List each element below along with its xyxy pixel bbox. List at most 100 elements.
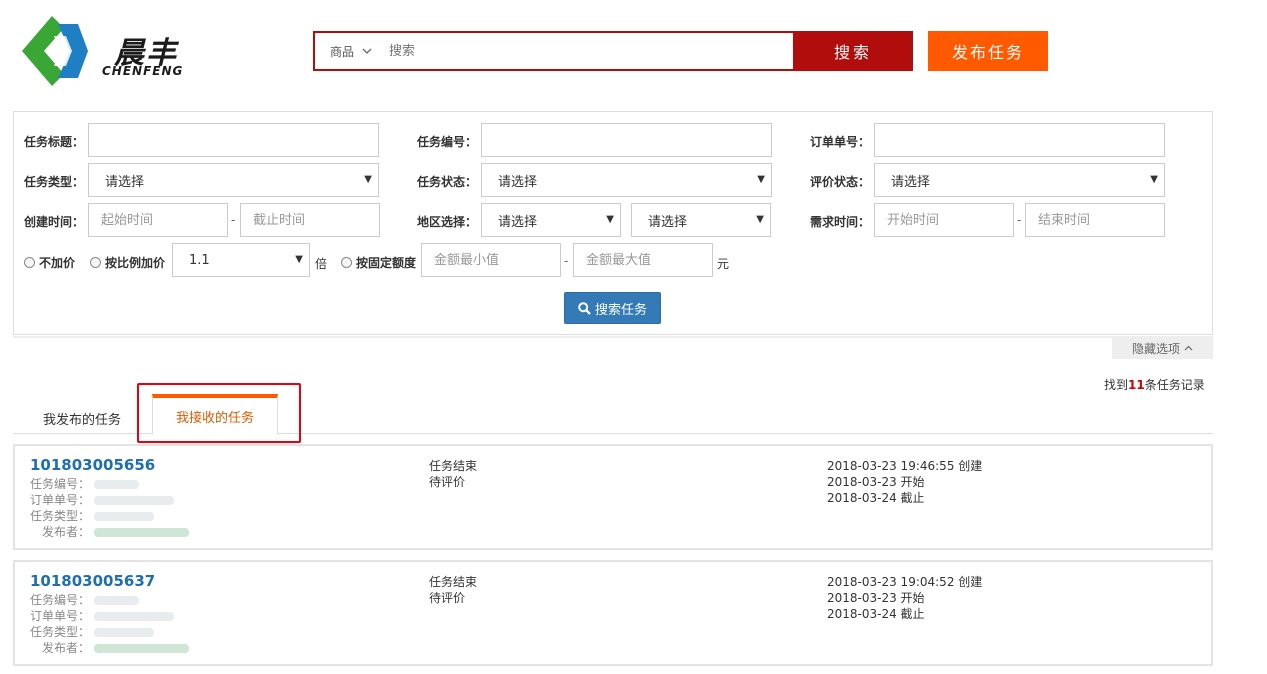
task-start: 2018-03-23 开始	[827, 591, 925, 605]
search-task-button[interactable]: 搜索任务	[564, 292, 661, 324]
hide-options-label: 隐藏选项	[1131, 341, 1180, 356]
ratio-value: 1.1	[189, 252, 210, 268]
amount-max-input[interactable]	[573, 243, 713, 277]
range-dash: -	[564, 254, 569, 268]
amount-min-input[interactable]	[421, 243, 561, 277]
review-status-label: 评价状态：	[810, 175, 871, 189]
found-count: 找到11条任务记录	[1104, 376, 1205, 393]
region-city-value: 请选择	[648, 214, 688, 230]
radio-ratio-markup-label: 按比例加价	[105, 256, 166, 270]
publish-task-button[interactable]: 发布任务	[928, 31, 1048, 71]
task-card[interactable]: 101803005656 任务编号： 订单单号： 任务类型： 发布者： 任务结束…	[13, 444, 1213, 550]
task-created: 2018-03-23 19:46:55 创建	[827, 459, 983, 473]
redacted-value	[94, 612, 175, 621]
region-province-select[interactable]: 请选择 ▼	[481, 203, 621, 237]
tab-published-tasks[interactable]: 我发布的任务	[43, 409, 121, 428]
logo[interactable]: 晨丰 CHENFENG	[14, 14, 214, 88]
caret-down-icon: ▼	[295, 254, 303, 265]
search-input[interactable]	[387, 33, 793, 69]
task-status: 任务结束 待评价	[429, 458, 477, 490]
task-review-text: 待评价	[429, 475, 466, 489]
amount-unit: 元	[717, 257, 730, 271]
need-time-label: 需求时间：	[810, 215, 871, 229]
publisher-label: 发布者：	[42, 641, 91, 655]
task-type-label: 任务类型：	[24, 175, 85, 189]
found-prefix: 找到	[1104, 378, 1129, 392]
task-type-row: 任务类型：	[30, 508, 155, 524]
order-no-label: 订单单号：	[30, 493, 91, 507]
region-city-select[interactable]: 请选择 ▼	[631, 203, 771, 237]
ratio-select[interactable]: 1.1 ▼	[172, 243, 310, 277]
task-review-text: 待评价	[429, 591, 466, 605]
task-title-input[interactable]	[88, 123, 379, 157]
task-created: 2018-03-23 19:04:52 创建	[827, 575, 983, 589]
found-number: 11	[1128, 378, 1145, 392]
redacted-value	[94, 528, 190, 537]
task-type-label: 任务类型：	[30, 625, 91, 639]
ratio-unit: 倍	[315, 257, 328, 271]
chevron-down-icon	[362, 48, 372, 54]
task-times: 2018-03-23 19:46:55 创建 2018-03-23 开始 201…	[827, 458, 982, 506]
search-button[interactable]: 搜索	[793, 31, 913, 71]
radio-circle-icon	[90, 257, 101, 268]
publisher-label: 发布者：	[42, 525, 91, 539]
need-end-input[interactable]	[1025, 203, 1165, 237]
review-status-value: 请选择	[891, 174, 931, 190]
task-no-label: 任务编号：	[417, 135, 478, 149]
task-start: 2018-03-23 开始	[827, 475, 925, 489]
radio-circle-icon	[24, 257, 35, 268]
task-no-input[interactable]	[481, 123, 772, 157]
task-id-link[interactable]: 101803005637	[30, 572, 155, 590]
radio-ratio-markup[interactable]: 按比例加价	[90, 254, 165, 271]
search-category-select[interactable]: 商品	[315, 33, 387, 69]
redacted-value	[94, 480, 140, 489]
task-status-label: 任务状态：	[417, 175, 478, 189]
need-start-input[interactable]	[874, 203, 1014, 237]
task-type-value: 请选择	[105, 174, 145, 190]
task-id-link[interactable]: 101803005656	[30, 456, 155, 474]
task-end: 2018-03-24 截止	[827, 491, 925, 505]
redacted-value	[94, 512, 155, 521]
redacted-value	[94, 596, 140, 605]
search-task-label: 搜索任务	[594, 302, 647, 318]
radio-fixed-markup-label: 按固定额度	[356, 256, 417, 270]
highlight-box	[137, 383, 301, 443]
caret-down-icon: ▼	[1150, 174, 1158, 185]
task-title-label: 任务标题：	[24, 135, 85, 149]
task-status-text: 任务结束	[429, 575, 478, 589]
task-no-label: 任务编号：	[30, 593, 91, 607]
redacted-value	[94, 496, 175, 505]
task-type-row: 任务类型：	[30, 624, 155, 640]
create-end-input[interactable]	[240, 203, 380, 237]
radio-no-markup-label: 不加价	[39, 256, 76, 270]
search-icon	[578, 301, 591, 315]
task-type-select[interactable]: 请选择 ▼	[88, 163, 379, 197]
caret-down-icon: ▼	[606, 214, 614, 225]
range-dash: -	[1017, 213, 1022, 227]
radio-fixed-markup[interactable]: 按固定额度	[341, 254, 416, 271]
divider	[13, 336, 1213, 338]
order-no-row: 订单单号：	[30, 492, 175, 508]
task-card[interactable]: 101803005637 任务编号： 订单单号： 任务类型： 发布者： 任务结束…	[13, 560, 1213, 666]
order-no-row: 订单单号：	[30, 608, 175, 624]
chevron-up-icon	[1184, 345, 1193, 351]
hide-options-toggle[interactable]: 隐藏选项	[1112, 337, 1213, 359]
review-status-select[interactable]: 请选择 ▼	[874, 163, 1165, 197]
range-dash: -	[231, 213, 236, 227]
task-status-text: 任务结束	[429, 459, 478, 473]
radio-no-markup[interactable]: 不加价	[24, 254, 75, 271]
task-no-row: 任务编号：	[30, 476, 140, 492]
order-no-label: 订单单号：	[810, 135, 871, 149]
filter-panel: 任务标题： 任务编号： 订单单号： 任务类型： 请选择 ▼ 任务状态： 请选择 …	[13, 111, 1213, 335]
order-no-input[interactable]	[874, 123, 1165, 157]
create-start-input[interactable]	[88, 203, 228, 237]
task-type-label: 任务类型：	[30, 509, 91, 523]
task-no-label: 任务编号：	[30, 477, 91, 491]
region-province-value: 请选择	[498, 214, 538, 230]
radio-circle-icon	[341, 257, 352, 268]
search-category-label: 商品	[329, 44, 354, 59]
task-status-value: 请选择	[498, 174, 538, 190]
logo-english-text: CHENFENG	[102, 64, 184, 78]
task-status-select[interactable]: 请选择 ▼	[481, 163, 772, 197]
order-no-label: 订单单号：	[30, 609, 91, 623]
